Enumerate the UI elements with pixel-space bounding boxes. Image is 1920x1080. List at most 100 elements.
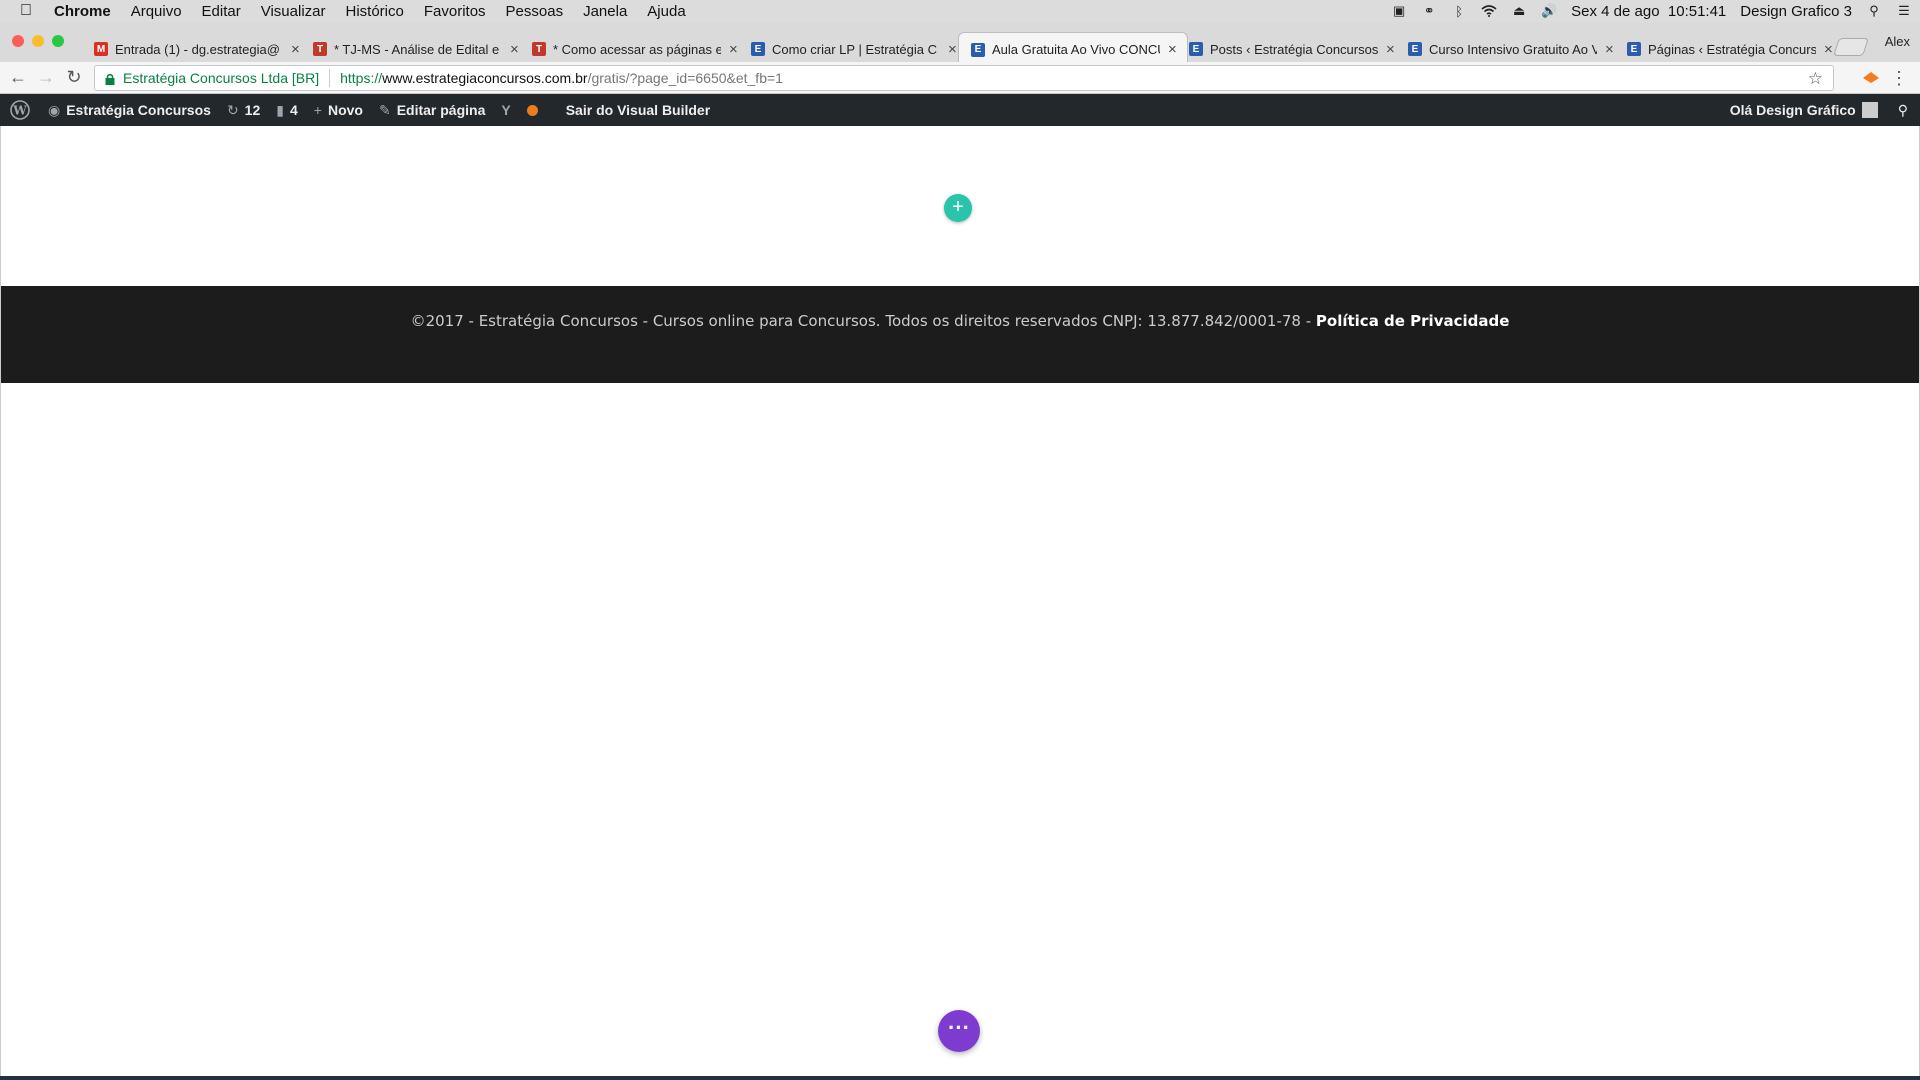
minimize-window-button[interactable] <box>32 35 44 47</box>
close-tab-icon[interactable]: × <box>729 41 738 58</box>
wifi-icon[interactable] <box>1481 4 1497 18</box>
seo-status-dot-icon[interactable] <box>519 94 546 126</box>
browser-tab[interactable]: T * TJ-MS - Análise de Edital e × <box>301 32 529 66</box>
menu-pessoas[interactable]: Pessoas <box>496 3 574 20</box>
browser-tab[interactable]: E Páginas ‹ Estratégia Concurs × <box>1615 32 1843 66</box>
forward-arrow-icon[interactable]: → <box>32 67 60 88</box>
close-tab-icon[interactable]: × <box>948 41 957 58</box>
site-identity[interactable]: Estratégia Concursos Ltda [BR] <box>123 70 319 86</box>
window-bottom-edge <box>0 1076 1920 1080</box>
close-tab-icon[interactable]: × <box>1386 41 1395 58</box>
menu-favoritos[interactable]: Favoritos <box>414 3 496 20</box>
tab-title: * Como acessar as páginas e <box>553 41 721 57</box>
menu-arquivo[interactable]: Arquivo <box>121 3 192 20</box>
creative-cloud-icon[interactable]: ⚭ <box>1421 3 1437 18</box>
reload-icon[interactable]: ↻ <box>60 67 88 88</box>
browser-tab[interactable]: E Posts ‹ Estratégia Concursos × <box>1177 32 1405 66</box>
wordpress-logo-icon[interactable]: W <box>0 94 40 126</box>
extension-icon[interactable] <box>1862 70 1880 84</box>
visual-builder-menu-button[interactable]: ··· <box>938 1010 980 1052</box>
close-tab-icon[interactable]: × <box>1605 41 1614 58</box>
browser-tab[interactable]: M Entrada (1) - dg.estrategia@ × <box>82 32 310 66</box>
tab-title: * TJ-MS - Análise de Edital e <box>334 41 500 57</box>
menubar-status-area: ▣ ⚭ ᛒ ⏏ 🔊 Sex 4 de ago 10:51:41 Design G… <box>1391 0 1912 22</box>
wp-search-icon[interactable]: ⚲ <box>1886 94 1920 126</box>
url-host: www.estrategiaconcursos.com.br <box>382 70 588 86</box>
wp-edit-page-label: Editar página <box>396 102 486 118</box>
tab-title: Como criar LP | Estratégia C <box>772 41 937 57</box>
tab-title: Entrada (1) - dg.estrategia@ <box>115 41 280 57</box>
site-footer: ©2017 - Estratégia Concursos - Cursos on… <box>1 286 1919 383</box>
address-separator <box>329 69 331 87</box>
yoast-seo-icon[interactable]: Y <box>493 94 518 126</box>
tab-title: Posts ‹ Estratégia Concursos <box>1210 41 1378 57</box>
trello-like-icon: T <box>313 42 327 56</box>
menu-visualizar[interactable]: Visualizar <box>251 3 336 20</box>
wp-site-name: Estratégia Concursos <box>66 102 211 118</box>
menu-janela[interactable]: Janela <box>573 3 637 20</box>
wp-site-link[interactable]: ◉ Estratégia Concursos <box>40 94 219 126</box>
avatar <box>1861 102 1878 118</box>
menu-ajuda[interactable]: Ajuda <box>637 3 695 20</box>
exit-visual-builder-link[interactable]: Sair do Visual Builder <box>558 94 718 126</box>
menu-editar[interactable]: Editar <box>192 3 251 20</box>
bookmark-star-icon[interactable]: ☆ <box>1808 69 1823 89</box>
url-path: /gratis/?page_id=6650&et_fb=1 <box>587 70 783 86</box>
close-tab-icon[interactable]: × <box>1168 41 1177 58</box>
browser-tabstrip: M Entrada (1) - dg.estrategia@ × T * TJ-MS -… <box>0 22 1920 66</box>
window-controls <box>12 35 64 47</box>
new-tab-button[interactable] <box>1833 38 1869 56</box>
close-tab-icon[interactable]: × <box>291 41 300 58</box>
wordpress-page-icon: E <box>971 42 985 57</box>
wp-new-link[interactable]: + Novo <box>306 94 371 126</box>
footer-copyright: ©2017 - Estratégia Concursos - Cursos on… <box>410 312 1316 330</box>
wordpress-page-icon: E <box>1627 42 1641 56</box>
profile-name[interactable]: Alex <box>1885 34 1910 49</box>
comments-icon: ▮ <box>276 101 284 118</box>
tab-title: Aula Gratuita Ao Vivo CONCU <box>992 42 1160 57</box>
add-section-button[interactable]: + <box>944 194 972 222</box>
wordpress-page-icon: E <box>1408 42 1422 56</box>
wp-updates-link[interactable]: ↻ 12 <box>219 94 268 126</box>
wordpress-page-icon: E <box>751 42 765 56</box>
browser-tab[interactable]: E Como criar LP | Estratégia C × <box>739 32 967 66</box>
trello-like-icon: T <box>532 42 546 56</box>
footer-text: ©2017 - Estratégia Concursos - Cursos on… <box>1 312 1919 330</box>
wp-comments-link[interactable]: ▮ 4 <box>268 94 306 126</box>
pencil-icon: ✎ <box>378 101 391 118</box>
apple-menu-icon[interactable]:  <box>0 2 52 20</box>
page-content: + ©2017 - Estratégia Concursos - Cursos … <box>0 126 1920 1080</box>
wp-account-link[interactable]: Olá Design Gráfico <box>1722 94 1886 126</box>
volume-icon[interactable]: 🔊 <box>1541 3 1557 18</box>
close-tab-icon[interactable]: × <box>510 41 519 58</box>
eject-icon[interactable]: ⏏ <box>1511 3 1527 18</box>
menubar-clock[interactable]: Sex 4 de ago 10:51:41 <box>1571 3 1726 20</box>
browser-tab[interactable]: E Aula Gratuita Ao Vivo CONCU × <box>958 32 1188 66</box>
wp-bar-right: Olá Design Gráfico ⚲ <box>1722 94 1920 126</box>
browser-tab[interactable]: T * Como acessar as páginas e × <box>520 32 748 66</box>
notification-center-icon[interactable]: ☰ <box>1896 3 1912 18</box>
wp-edit-page-link[interactable]: ✎ Editar página <box>371 94 493 126</box>
address-bar[interactable]: Estratégia Concursos Ltda [BR] https:// … <box>94 65 1834 91</box>
spotlight-search-icon[interactable]: ⚲ <box>1866 3 1882 18</box>
close-tab-icon[interactable]: × <box>1824 41 1833 58</box>
bluetooth-icon[interactable]: ᛒ <box>1451 4 1467 19</box>
wp-updates-count: 12 <box>244 102 261 118</box>
gmail-icon: M <box>94 42 108 56</box>
app-menu-chrome[interactable]: Chrome <box>52 3 121 20</box>
menu-historico[interactable]: Histórico <box>336 3 414 20</box>
tab-title: Páginas ‹ Estratégia Concurs <box>1648 41 1816 57</box>
privacy-policy-link[interactable]: Política de Privacidade <box>1316 312 1510 330</box>
menubar-user[interactable]: Design Grafico 3 <box>1740 3 1852 20</box>
macos-menubar:  Chrome Arquivo Editar Visualizar Histó… <box>0 0 1920 22</box>
browser-tab[interactable]: E Curso Intensivo Gratuito Ao V × <box>1396 32 1624 66</box>
back-arrow-icon[interactable]: ← <box>4 67 32 88</box>
wp-greeting: Olá Design Gráfico <box>1729 102 1856 118</box>
browser-toolbar: ← → ↻ Estratégia Concursos Ltda [BR] htt… <box>0 62 1920 94</box>
lock-icon[interactable] <box>105 72 117 85</box>
svg-text:W: W <box>12 104 27 118</box>
close-window-button[interactable] <box>12 35 24 47</box>
chrome-menu-icon[interactable]: ⋮ <box>1890 68 1908 89</box>
screen-mirroring-icon[interactable]: ▣ <box>1391 3 1407 18</box>
zoom-window-button[interactable] <box>52 35 64 47</box>
